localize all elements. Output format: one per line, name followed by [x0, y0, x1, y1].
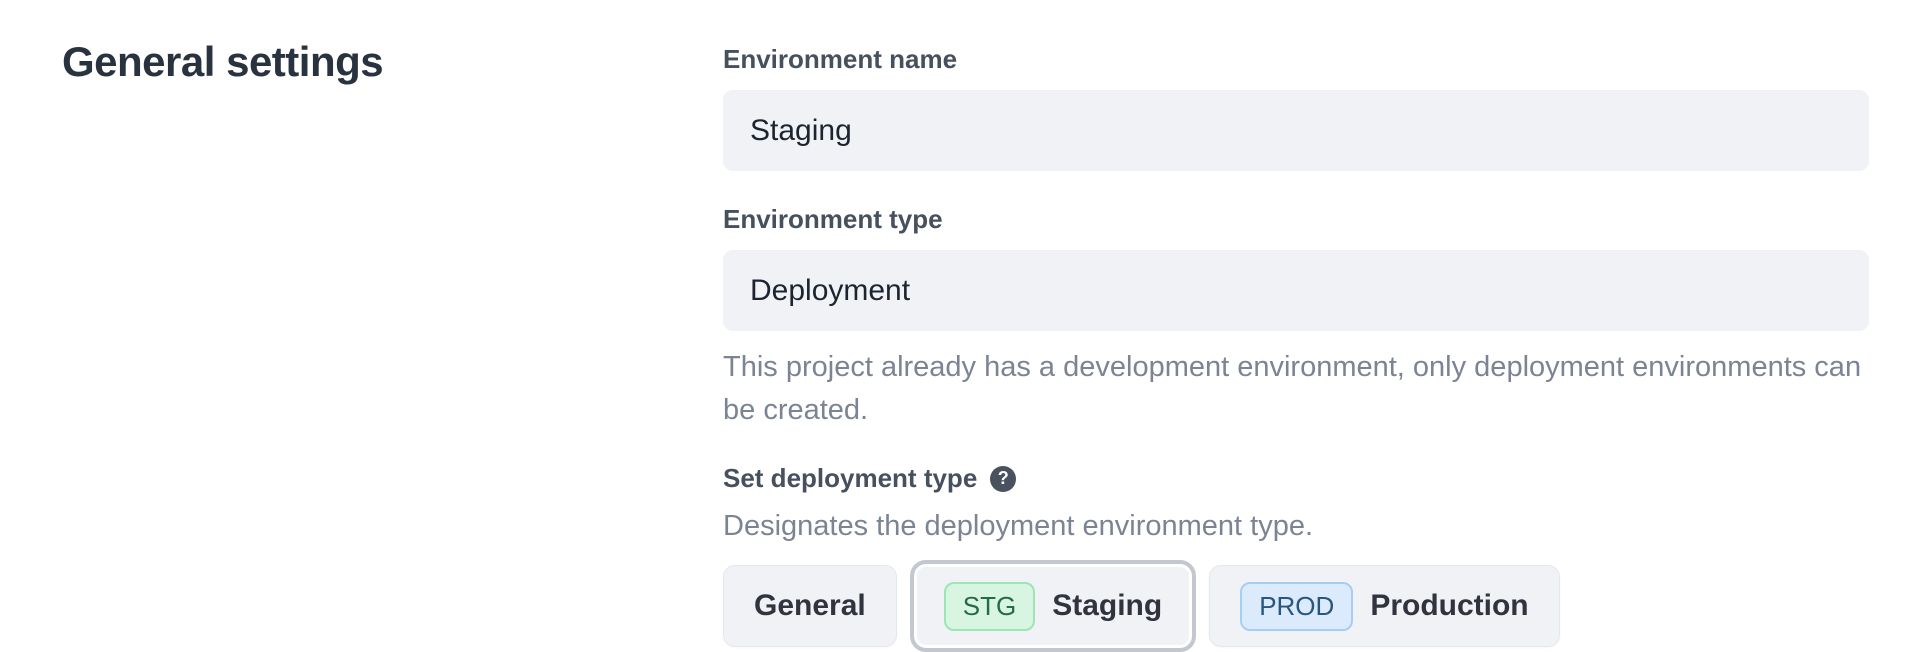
environment-settings-form: Environment name Staging Environment typ…: [723, 44, 1869, 652]
set-deployment-type-row: Set deployment type ?: [723, 463, 1869, 494]
option-general-label: General: [754, 589, 866, 623]
set-deployment-type-label: Set deployment type: [723, 463, 977, 494]
deployment-type-description: Designates the deployment environment ty…: [723, 509, 1869, 544]
environment-name-label: Environment name: [723, 44, 1869, 75]
environment-name-value: Staging: [750, 114, 852, 148]
deployment-type-options: General STG Staging PROD Production: [723, 560, 1869, 652]
environment-name-input[interactable]: Staging: [723, 90, 1869, 171]
environment-type-label: Environment type: [723, 204, 1869, 235]
option-production-button[interactable]: PROD Production: [1209, 565, 1559, 647]
staging-badge: STG: [944, 582, 1035, 631]
environment-settings-page: General settings Environment name Stagin…: [0, 0, 1916, 652]
production-badge: PROD: [1240, 582, 1353, 631]
help-icon[interactable]: ?: [990, 466, 1016, 492]
option-staging-button[interactable]: STG Staging: [910, 560, 1196, 652]
page-title: General settings: [62, 38, 662, 86]
environment-type-input[interactable]: Deployment: [723, 250, 1869, 331]
environment-type-helper-text: This project already has a development e…: [723, 346, 1869, 432]
help-icon-glyph: ?: [998, 468, 1009, 489]
option-production-label: Production: [1370, 589, 1528, 623]
environment-type-value: Deployment: [750, 274, 910, 308]
option-general-button[interactable]: General: [723, 565, 897, 647]
option-staging-label: Staging: [1052, 589, 1162, 623]
settings-section-header: General settings: [62, 38, 662, 86]
